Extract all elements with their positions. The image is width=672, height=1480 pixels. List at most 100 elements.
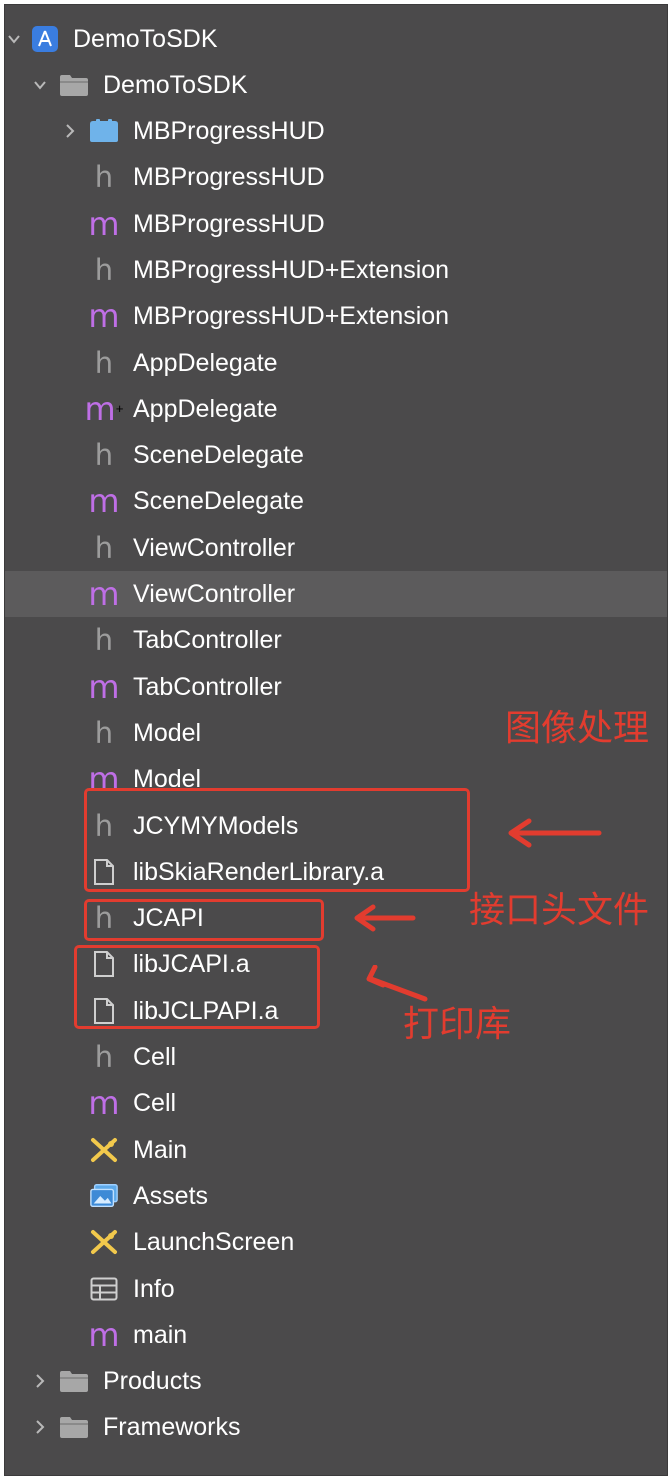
glyph-h: h (94, 438, 114, 473)
frameworks-group-row[interactable]: Frameworks (5, 1404, 667, 1450)
file-row[interactable]: LaunchScreen (5, 1219, 667, 1265)
chevron-down-icon[interactable] (31, 74, 49, 96)
file-row[interactable]: h Cell (5, 1034, 667, 1080)
chevron-right-icon[interactable] (31, 1370, 49, 1392)
chevron-right-icon[interactable] (31, 1416, 49, 1438)
chevron-down-icon[interactable] (5, 28, 23, 50)
file-label: Info (133, 1274, 175, 1303)
objcpp-file-icon: m + (85, 393, 124, 425)
glyph-plus: + (115, 401, 124, 417)
objc-file-icon: m (88, 482, 120, 521)
file-label: AppDelegate (133, 394, 278, 423)
file-label: Cell (133, 1043, 177, 1071)
annotation-image-processing: 图像处理 (505, 708, 650, 749)
folder-icon (59, 70, 89, 100)
file-label: ViewController (133, 533, 296, 562)
glyph-h: h (94, 345, 114, 380)
file-row[interactable]: h TabController (5, 617, 667, 663)
glyph-m: m (84, 389, 116, 428)
project-row[interactable]: DemoToSDK (5, 16, 667, 62)
file-row[interactable]: h SceneDelegate (5, 432, 667, 478)
objc-file-icon: m (88, 204, 120, 243)
file-label: Cell (133, 1089, 177, 1118)
folder-icon (59, 1412, 89, 1442)
products-label: Products (103, 1367, 202, 1395)
glyph-m: m (88, 1315, 120, 1354)
group-label: DemoToSDK (103, 71, 248, 99)
chevron-right-icon[interactable] (61, 120, 79, 142)
file-row[interactable]: Assets (5, 1173, 667, 1219)
package-icon (89, 116, 119, 146)
storyboard-icon (89, 1135, 119, 1165)
annotation-arrow-icon (366, 965, 428, 1002)
file-label: AppDelegate (133, 348, 278, 377)
glyph-h: h (94, 623, 114, 658)
glyph-m: m (88, 482, 120, 521)
objc-file-icon: m (88, 297, 120, 336)
header-file-icon: h (89, 162, 119, 192)
file-row[interactable]: m + AppDelegate (5, 386, 667, 432)
file-label: MBProgressHUD (133, 163, 325, 192)
group-row[interactable]: DemoToSDK (5, 62, 667, 108)
header-file-icon: h (89, 533, 119, 563)
header-file-icon: h (89, 718, 119, 748)
frameworks-label: Frameworks (103, 1413, 241, 1441)
folder-icon (59, 1366, 89, 1396)
file-row[interactable]: Info (5, 1266, 667, 1312)
file-row[interactable]: m MBProgressHUD (5, 201, 667, 247)
glyph-h: h (94, 252, 114, 287)
file-row[interactable]: h MBProgressHUD+Extension (5, 247, 667, 293)
file-label: MBProgressHUD+Extension (133, 255, 450, 284)
project-navigator: DemoToSDK DemoToSDK MBProgressHUD h MBProg… (4, 4, 668, 1476)
file-row[interactable]: m ViewController (5, 571, 667, 617)
header-file-icon: h (89, 348, 119, 378)
file-label: MBProgressHUD (133, 209, 325, 238)
glyph-m: m (88, 1084, 120, 1123)
file-row[interactable]: m main (5, 1312, 667, 1358)
file-label: LaunchScreen (133, 1228, 295, 1257)
header-file-icon: h (89, 255, 119, 285)
file-label: Main (133, 1135, 188, 1164)
header-file-icon: h (89, 625, 119, 655)
glyph-m: m (88, 204, 120, 243)
glyph-m: m (88, 667, 120, 706)
file-label: main (133, 1320, 188, 1349)
header-file-icon: h (89, 440, 119, 470)
annotation-interface-header: 接口头文件 (469, 890, 650, 931)
glyph-h: h (94, 530, 114, 565)
asset-catalog-icon (89, 1181, 119, 1211)
annotation-arrow-icon (508, 818, 602, 848)
file-row[interactable]: MBProgressHUD (5, 108, 667, 154)
glyph-m: m (88, 575, 120, 613)
file-label: Model (133, 718, 202, 747)
annotation-box-print-library (74, 945, 320, 1029)
objc-file-icon: m (88, 1084, 120, 1123)
file-label: SceneDelegate (133, 487, 304, 516)
file-label: MBProgressHUD+Extension (133, 302, 450, 331)
app-project-icon (30, 24, 60, 54)
objc-file-icon: m (88, 1315, 120, 1354)
file-label: TabController (133, 672, 282, 701)
file-row[interactable]: h MBProgressHUD (5, 154, 667, 200)
annotation-box-image-processing (84, 788, 470, 892)
storyboard-icon (89, 1227, 119, 1257)
glyph-h: h (94, 1040, 114, 1074)
file-row[interactable]: m SceneDelegate (5, 478, 667, 524)
products-group-row[interactable]: Products (5, 1358, 667, 1404)
plist-table-icon (89, 1274, 119, 1304)
file-row[interactable]: h AppDelegate (5, 340, 667, 386)
file-row[interactable]: m MBProgressHUD+Extension (5, 293, 667, 339)
file-row[interactable]: Main (5, 1127, 667, 1173)
glyph-m: m (88, 297, 120, 336)
file-row[interactable]: m Cell (5, 1080, 667, 1126)
annotation-box-interface-header (84, 899, 324, 941)
objc-file-icon: m (88, 575, 120, 613)
objc-file-icon: m (88, 667, 120, 706)
glyph-h: h (94, 160, 114, 195)
annotation-arrow-icon (354, 904, 416, 932)
project-label: DemoToSDK (73, 25, 218, 53)
file-label: MBProgressHUD (133, 117, 325, 145)
file-label: Assets (133, 1181, 209, 1210)
header-file-icon: h (89, 1042, 119, 1072)
file-row[interactable]: h ViewController (5, 525, 667, 571)
